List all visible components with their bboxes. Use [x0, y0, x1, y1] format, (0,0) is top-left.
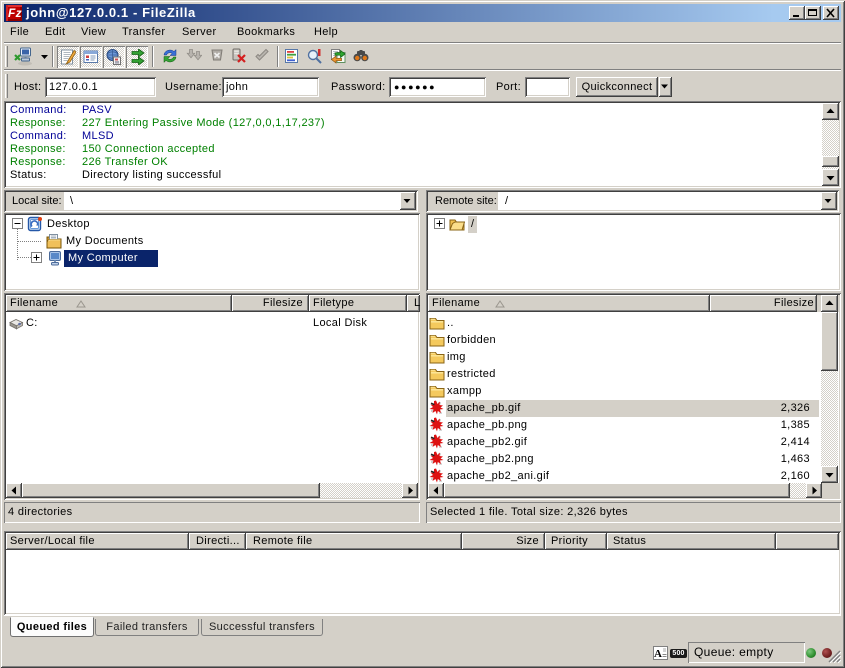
svg-text:A: A [654, 648, 662, 659]
svg-text:Fz: Fz [8, 6, 22, 20]
